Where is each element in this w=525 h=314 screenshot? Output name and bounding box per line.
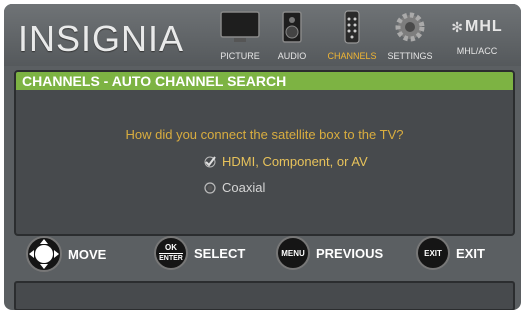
hint-exit-label: EXIT [456, 245, 485, 261]
menu-item-audio[interactable]: AUDIO [272, 10, 312, 61]
menu-item-settings[interactable]: SETTINGS [384, 10, 436, 61]
hint-select: OK ENTER SELECT [154, 236, 245, 270]
connection-question: How did you connect the satellite box to… [125, 127, 404, 142]
menu-item-mhl[interactable]: ✻ MHL MHL/ACC [440, 10, 514, 56]
checkmark-icon [204, 155, 216, 167]
option-hdmi[interactable]: HDMI, Component, or AV [204, 154, 368, 169]
settings-icon [395, 12, 425, 42]
ok-enter-button-icon: OK ENTER [154, 236, 188, 270]
picture-icon [220, 11, 260, 42]
help-text-bar [14, 281, 515, 310]
menu-button-icon: MENU [276, 236, 310, 270]
hint-move: MOVE [26, 236, 106, 272]
audio-icon [282, 11, 302, 43]
menu-item-channels[interactable]: CHANNELS [322, 10, 382, 61]
hint-exit: EXIT EXIT [416, 236, 485, 270]
mhl-logo-text: MHL [465, 18, 503, 35]
menu-label-picture: PICTURE [220, 51, 260, 61]
menu-item-picture[interactable]: PICTURE [215, 10, 265, 61]
hint-move-label: MOVE [68, 246, 107, 262]
menu-label-channels: CHANNELS [327, 51, 377, 61]
auto-channel-search-panel: CHANNELS - AUTO CHANNEL SEARCH How did y… [14, 70, 515, 236]
radio-icon [204, 181, 216, 194]
menu-label-audio: AUDIO [277, 51, 307, 61]
header: INSIGNIA PICTURE AUDIO CHANNELS SETTINGS… [4, 4, 521, 66]
option-hdmi-label: HDMI, Component, or AV [222, 154, 368, 169]
panel-title: CHANNELS - AUTO CHANNEL SEARCH [16, 72, 513, 90]
hint-previous-label: PREVIOUS [316, 245, 384, 261]
dpad-icon [26, 236, 62, 272]
brand-logo: INSIGNIA [18, 18, 185, 59]
hint-previous: MENU PREVIOUS [276, 236, 383, 270]
tv-screen: INSIGNIA PICTURE AUDIO CHANNELS SETTINGS… [4, 4, 521, 310]
menu-label-settings: SETTINGS [387, 51, 433, 61]
hint-select-label: SELECT [194, 245, 246, 261]
menu-label-mhl: MHL/ACC [456, 46, 498, 56]
mhl-icon: ✻ MHL [451, 18, 503, 35]
option-coaxial[interactable]: Coaxial [204, 180, 265, 195]
exit-button-icon: EXIT [416, 236, 450, 270]
channels-icon [344, 10, 360, 44]
option-coaxial-label: Coaxial [222, 180, 266, 195]
